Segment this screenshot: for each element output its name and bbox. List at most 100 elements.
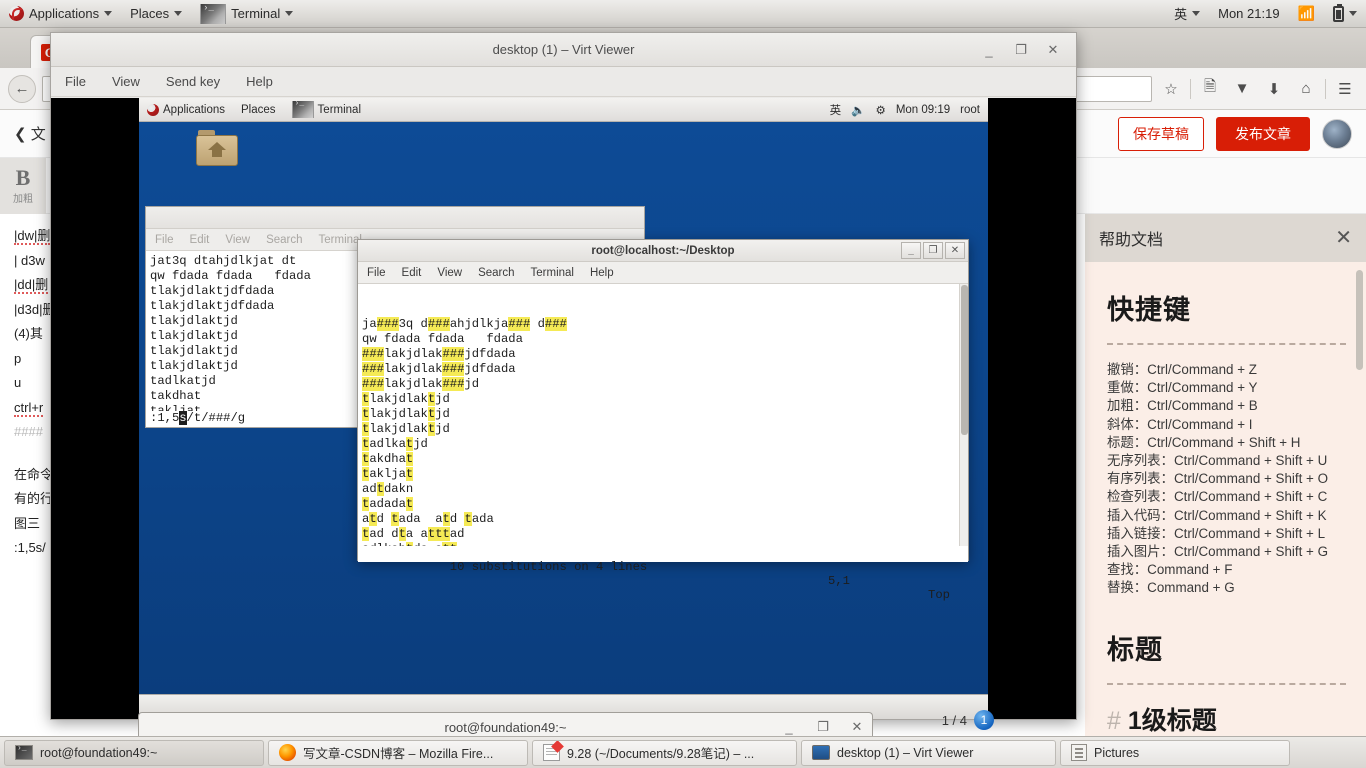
menu-edit[interactable]: Edit [190, 234, 210, 246]
close-button[interactable]: ✕ [945, 242, 965, 259]
guest-panel-tray: 英 🔈 ⚙ Mon 09:19 root [830, 102, 988, 118]
search-match: ### [442, 377, 465, 391]
terminal-icon [15, 744, 33, 760]
maximize-button[interactable]: ❐ [923, 242, 943, 259]
menu-file[interactable]: File [367, 267, 386, 279]
taskbar-item-virt-viewer[interactable]: desktop (1) – Virt Viewer [801, 739, 1056, 766]
terminal-line: takljat [362, 467, 968, 482]
maximize-button[interactable]: ❐ [816, 719, 830, 735]
terminal-text: jd [464, 377, 480, 391]
help-panel: 帮助文档 ✕ 快捷键 撤销：Ctrl/Command + Z 重做：Ctrl/C… [1085, 214, 1366, 768]
help-panel-scrollbar[interactable] [1356, 270, 1363, 370]
guest-terminal-window-menu[interactable]: Terminal [284, 99, 369, 118]
places-menu-label: Places [130, 6, 170, 21]
guest-desktop[interactable]: File Edit View Search Terminal jat3q dta… [139, 122, 988, 694]
terminal-text: a a [405, 527, 428, 541]
guest-input-method[interactable]: 英 [830, 102, 842, 118]
menu-view[interactable]: View [112, 74, 140, 89]
guest-places-menu[interactable]: Places [233, 104, 284, 116]
minimize-button[interactable]: _ [782, 720, 796, 735]
menu-search[interactable]: Search [478, 267, 514, 279]
home-folder-icon[interactable] [196, 130, 238, 168]
network-indicator[interactable]: 📶 [1289, 0, 1324, 28]
home-icon[interactable]: ⌂ [1293, 76, 1319, 102]
clock[interactable]: Mon 21:19 [1209, 0, 1288, 28]
minimize-button[interactable]: _ [901, 242, 921, 259]
pocket-icon[interactable]: ▼ [1229, 76, 1255, 102]
input-method-indicator[interactable]: 英 [1165, 0, 1209, 28]
close-button[interactable]: ✕ [850, 719, 864, 735]
shortcut-row: 插入代码：Ctrl/Command + Shift + K [1107, 507, 1327, 523]
maximize-button[interactable]: ❐ [1014, 42, 1028, 58]
terminal-back-titlebar [146, 207, 644, 229]
search-match: ### [508, 317, 531, 331]
search-match: ### [362, 362, 384, 376]
minimize-button[interactable]: _ [982, 43, 996, 58]
bold-button[interactable]: B 加粗 [0, 158, 46, 214]
guest-terminal-label: Terminal [317, 103, 362, 116]
terminal-front-output-wrap: ja###3q d###ahjdlkja### d### qw fdada fda… [358, 284, 968, 546]
menu-view[interactable]: View [225, 234, 250, 246]
terminal-text: ja [362, 317, 377, 331]
close-button[interactable]: ✕ [1046, 42, 1060, 58]
menu-help[interactable]: Help [590, 267, 614, 279]
help-sample-h1-text: 1级标题 [1127, 706, 1217, 735]
taskbar-item-terminal[interactable]: root@foundation49:~ [4, 739, 264, 766]
menu-terminal[interactable]: Terminal [319, 234, 362, 246]
terminal-text: lakjdlak [369, 407, 428, 421]
volume-icon[interactable]: 🔈 [851, 103, 865, 117]
hamburger-menu-icon[interactable]: ☰ [1332, 76, 1358, 102]
guest-display[interactable]: Applications Places Terminal 英 🔈 ⚙ Mon 0… [51, 98, 1076, 719]
virt-viewer-title: desktop (1) – Virt Viewer [492, 42, 635, 57]
menu-terminal[interactable]: Terminal [531, 267, 574, 279]
network-icon[interactable]: ⚙ [876, 103, 886, 117]
taskbar-item-pictures[interactable]: Pictures [1060, 739, 1290, 766]
menu-file[interactable]: File [65, 74, 86, 89]
terminal-line: tadadat [362, 497, 968, 512]
menu-file[interactable]: File [155, 234, 174, 246]
help-heading-shortcuts: 快捷键 [1107, 295, 1191, 325]
terminal-text: jd [435, 407, 450, 421]
shortcut-row: 标题：Ctrl/Command + Shift + H [1107, 434, 1301, 450]
terminal-text: d [376, 512, 392, 526]
battery-indicator[interactable] [1324, 0, 1366, 28]
guest-applications-menu[interactable]: Applications [139, 103, 233, 116]
terminal-front-output: ja###3q d###ahjdlkja### d### qw fdada fda… [362, 317, 968, 546]
terminal-text: aklja [369, 467, 406, 481]
menu-send-key[interactable]: Send key [166, 74, 220, 89]
terminal-window-active[interactable]: root@localhost:~/Desktop _ ❐ ✕ File Edit… [357, 239, 969, 602]
guest-user-menu[interactable]: root [960, 104, 980, 116]
shortcut-row: 重做：Ctrl/Command + Y [1107, 380, 1258, 396]
shortcut-row: 无序列表：Ctrl/Command + Shift + U [1107, 453, 1328, 469]
avatar[interactable] [1322, 118, 1352, 149]
menu-help[interactable]: Help [246, 74, 273, 89]
taskbar-item-gedit[interactable]: 9.28 (~/Documents/9.28笔记) – ... [532, 739, 797, 766]
bold-caption: 加粗 [13, 194, 33, 205]
terminal-window-menu[interactable]: Terminal [191, 0, 302, 28]
terminal-line: takdhat [362, 452, 968, 467]
taskbar-item-firefox[interactable]: 写文章-CSDN博客 – Mozilla Fire... [268, 739, 528, 766]
library-icon[interactable]: 🗎 [1197, 76, 1223, 102]
wifi-icon: 📶 [1297, 5, 1315, 21]
menu-view[interactable]: View [437, 267, 462, 279]
terminal-line: ###lakjdlak###jdfdada [362, 347, 968, 362]
back-arrow-icon[interactable]: ← [8, 74, 36, 103]
page-indicator-badge[interactable]: 1 [974, 710, 994, 730]
divider [1107, 343, 1346, 345]
places-menu[interactable]: Places [121, 0, 191, 28]
search-match: t [405, 467, 414, 481]
applications-menu[interactable]: Applications [0, 0, 121, 28]
download-icon[interactable]: ⬇ [1261, 76, 1287, 102]
terminal-scrollbar[interactable] [959, 284, 968, 546]
menu-search[interactable]: Search [266, 234, 302, 246]
publish-article-button[interactable]: 发布文章 [1216, 116, 1310, 151]
guest-clock[interactable]: Mon 09:19 [896, 104, 950, 116]
terminal-line: ja###3q d###ahjdlkja### d### [362, 317, 968, 332]
menu-edit[interactable]: Edit [402, 267, 422, 279]
terminal-text: qw fdada fdada fdada [362, 332, 523, 346]
star-icon[interactable]: ☆ [1158, 76, 1184, 102]
terminal-line: tlakjdlaktjd [362, 422, 968, 437]
close-icon[interactable]: ✕ [1335, 228, 1352, 248]
save-draft-button[interactable]: 保存草稿 [1118, 116, 1204, 151]
csdn-back-link[interactable]: ❮ 文 [0, 123, 46, 144]
